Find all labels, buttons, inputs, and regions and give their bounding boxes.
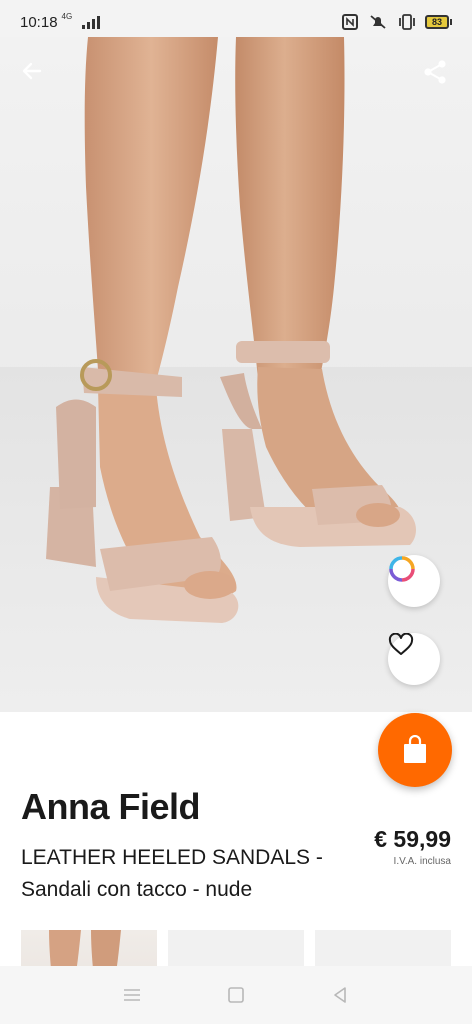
product-name: LEATHER HEELED SANDALS - Sandali con tac… (21, 846, 323, 901)
color-ring-icon (389, 556, 415, 582)
heart-outline-icon (388, 633, 414, 655)
color-options-button[interactable] (388, 555, 440, 607)
mute-icon (369, 14, 387, 30)
favorite-button[interactable] (388, 633, 440, 685)
vibrate-icon (397, 14, 415, 30)
menu-button[interactable] (112, 975, 152, 1015)
status-icons: 83 (341, 14, 452, 30)
status-time: 10:18 (20, 13, 58, 31)
back-button[interactable] (20, 59, 54, 93)
product-image[interactable] (0, 37, 472, 712)
arrow-left-icon (22, 62, 42, 80)
system-nav-bar (0, 966, 472, 1024)
battery-level: 83 (425, 15, 449, 29)
share-icon (424, 60, 446, 84)
back-nav-button[interactable] (320, 975, 360, 1015)
home-button[interactable] (216, 975, 256, 1015)
back-triangle-icon (334, 987, 346, 1003)
vat-note: I.V.A. inclusa (393, 856, 451, 867)
product-photo (0, 37, 472, 712)
signal-icon (82, 15, 101, 29)
battery-icon: 83 (425, 15, 452, 29)
share-button[interactable] (422, 59, 456, 93)
shopping-bag-icon (404, 735, 426, 763)
home-square-icon (228, 987, 244, 1003)
product-brand[interactable]: Anna Field (21, 786, 201, 828)
product-price: € 59,99 (374, 826, 451, 852)
network-type: 4G (61, 11, 73, 21)
add-to-cart-button[interactable] (378, 713, 452, 787)
nfc-icon (341, 14, 359, 30)
menu-icon (124, 989, 140, 1001)
